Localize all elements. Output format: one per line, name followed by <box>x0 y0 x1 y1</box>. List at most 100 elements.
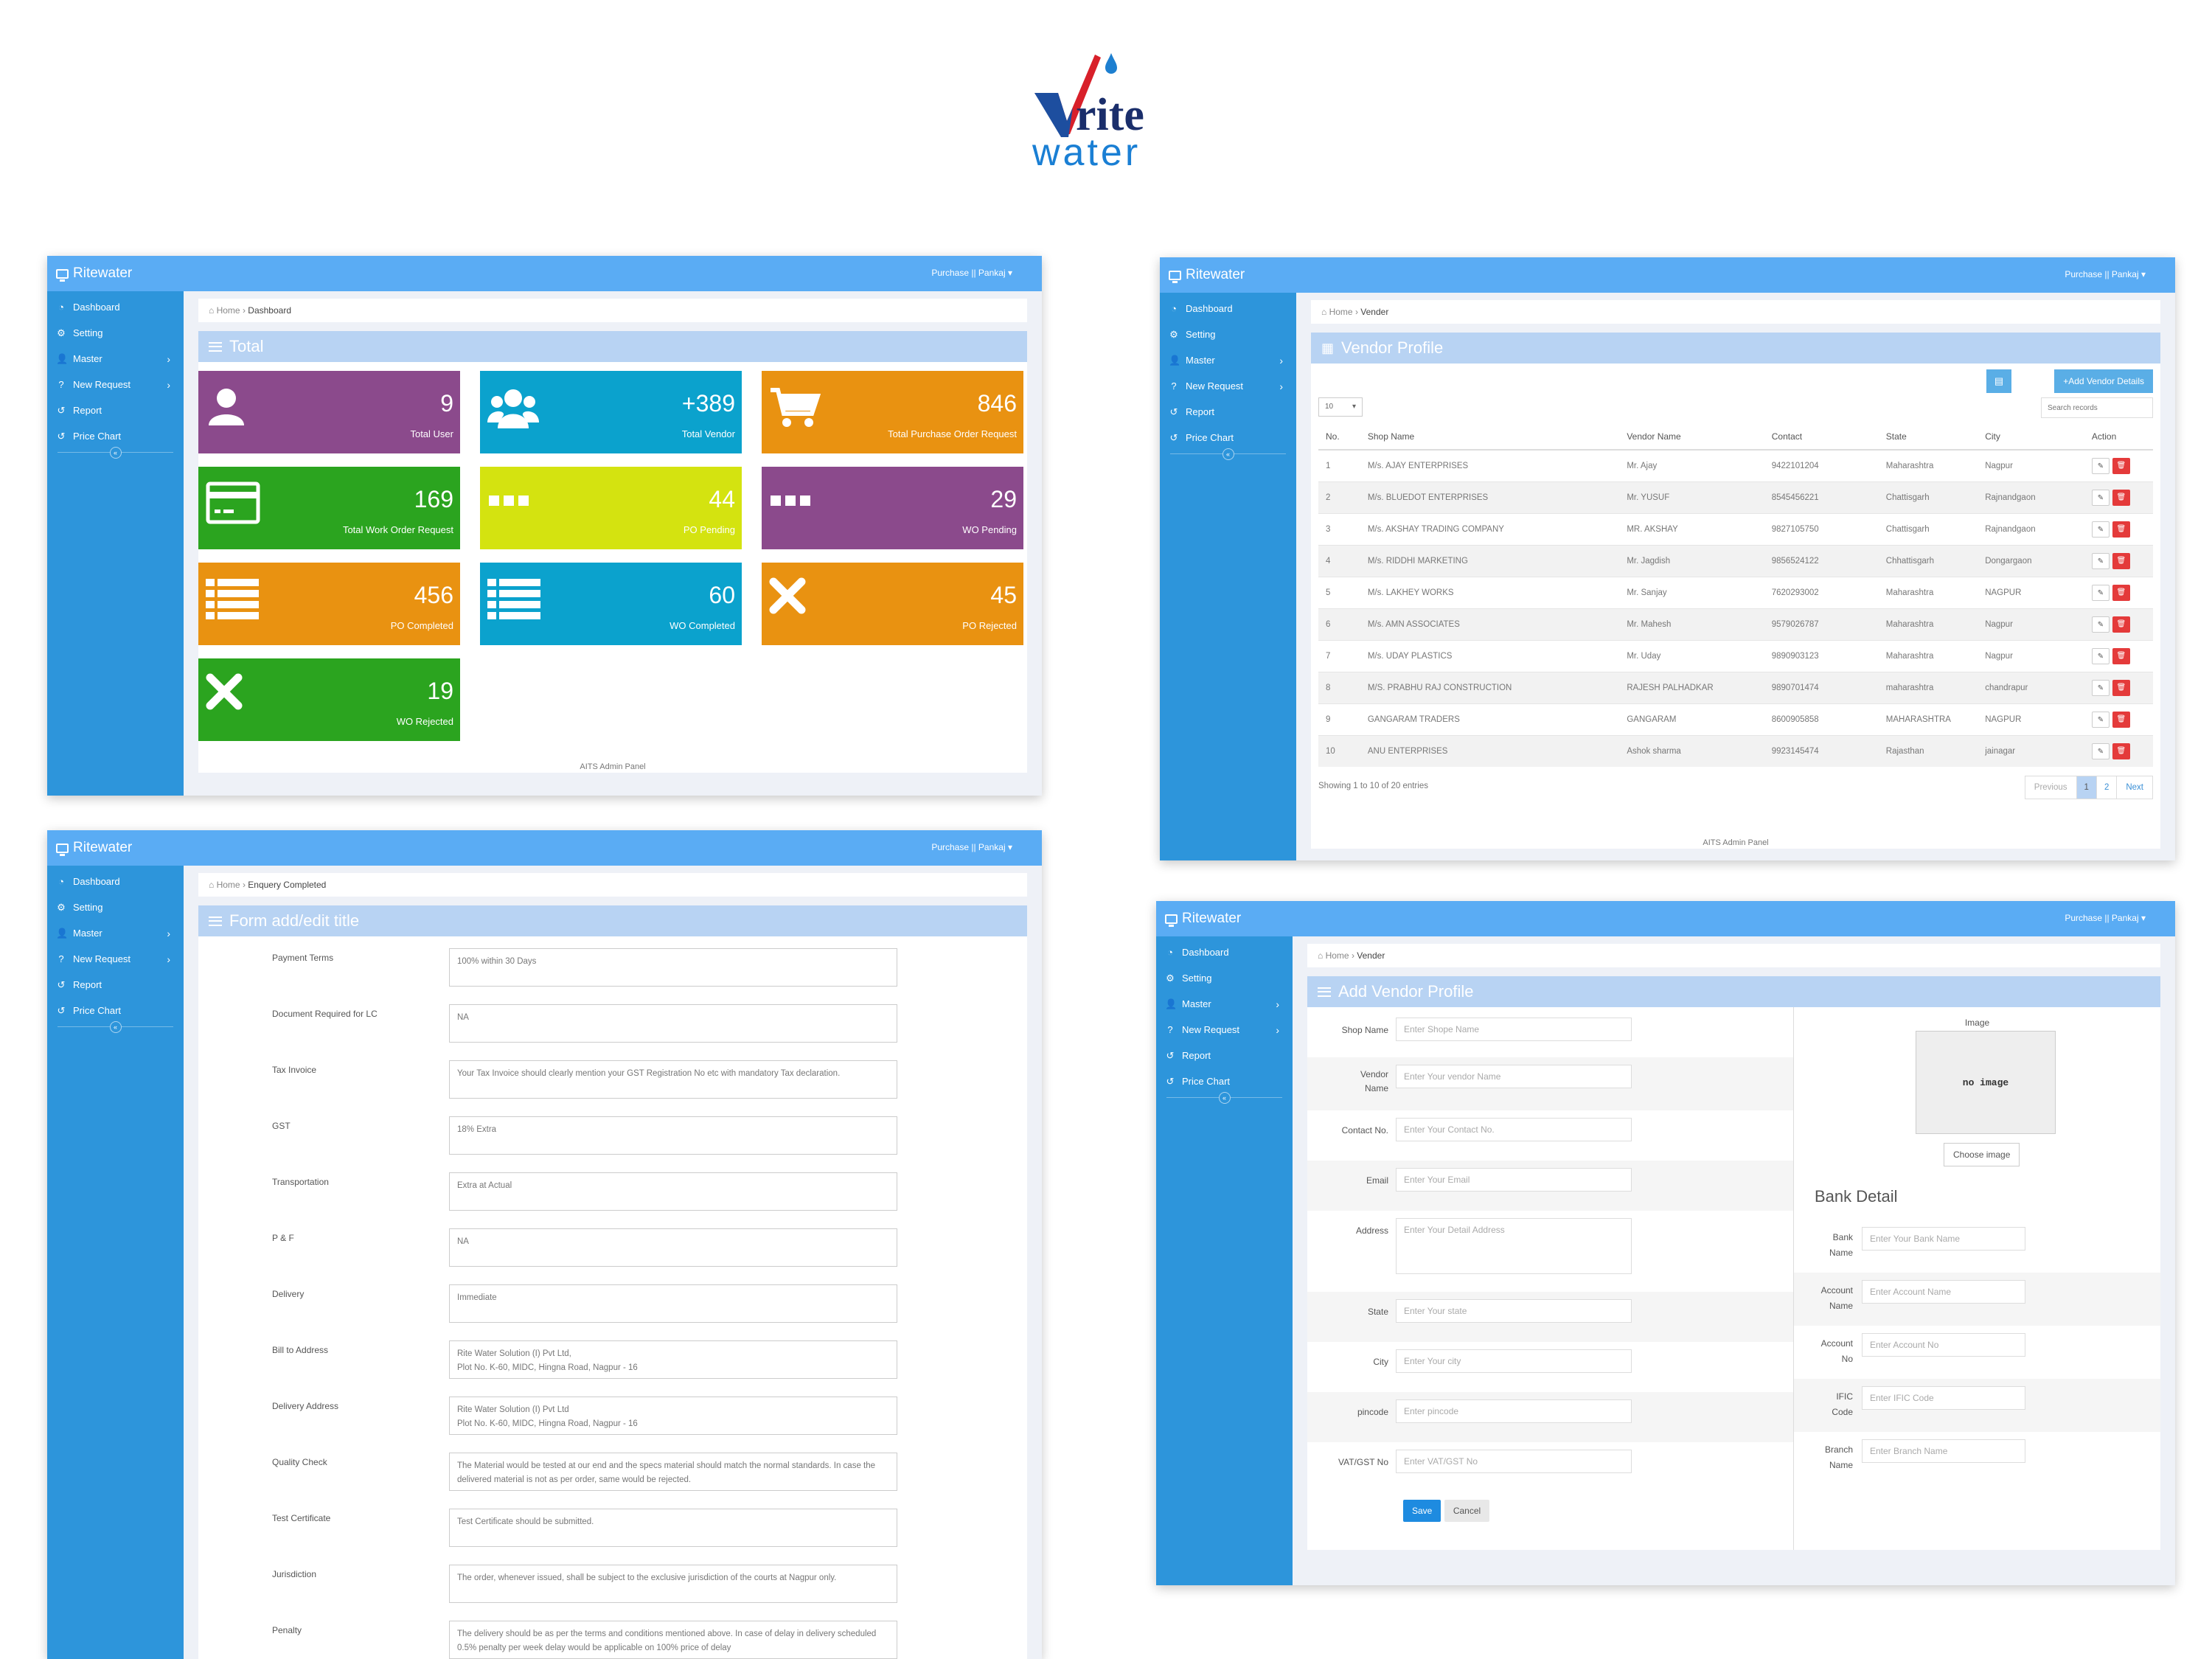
user-menu[interactable]: Purchase || Pankaj ▾ <box>931 268 1012 278</box>
text-input[interactable]: Enter Account Name <box>1862 1280 2025 1304</box>
edit-icon[interactable]: ✎ <box>2091 647 2110 664</box>
delete-icon[interactable]: 🗑 <box>2112 521 2130 538</box>
stat-tile[interactable]: 45 PO Rejected <box>762 563 1023 645</box>
sidebar-item[interactable]: ⚙ Setting <box>1156 965 1293 991</box>
delete-icon[interactable]: 🗑 <box>2112 552 2130 569</box>
edit-icon[interactable]: ✎ <box>2091 521 2110 538</box>
column-header[interactable]: Vendor Name <box>1619 424 1764 451</box>
sidebar-item[interactable]: ◔ Dashboard <box>47 294 184 320</box>
sidebar-item[interactable]: ⚙ Setting <box>47 320 184 346</box>
field-textarea[interactable]: Your Tax Invoice should clearly mention … <box>449 1060 897 1099</box>
sidebar-item[interactable]: ◔ Dashboard <box>47 869 184 894</box>
stat-tile[interactable]: 44 PO Pending <box>480 467 742 549</box>
sidebar-item[interactable]: ↺ Report <box>47 972 184 998</box>
field-textarea[interactable]: 100% within 30 Days <box>449 948 897 987</box>
sidebar-item[interactable]: ↺ Price Chart <box>1160 425 1296 451</box>
text-input[interactable]: Enter Your Bank Name <box>1862 1227 2025 1251</box>
collapse-icon[interactable]: « <box>1222 448 1234 460</box>
field-textarea[interactable]: Test Certificate should be submitted. <box>449 1509 897 1547</box>
field-textarea[interactable]: Extra at Actual <box>449 1172 897 1211</box>
sidebar-item[interactable]: ? New Request › <box>1160 373 1296 399</box>
edit-icon[interactable]: ✎ <box>2091 489 2110 506</box>
previous-button[interactable]: Previous <box>2025 776 2076 799</box>
save-button[interactable]: Save <box>1403 1500 1441 1522</box>
user-menu[interactable]: Purchase || Pankaj ▾ <box>931 842 1012 852</box>
delete-icon[interactable]: 🗑 <box>2112 711 2130 728</box>
sidebar-item[interactable]: 👤 Master › <box>1160 347 1296 373</box>
breadcrumb-home[interactable]: Home <box>1329 307 1353 317</box>
breadcrumb-home[interactable]: Home <box>217 305 240 316</box>
cancel-button[interactable]: Cancel <box>1444 1500 1490 1522</box>
sidebar-item[interactable]: ◔ Dashboard <box>1156 939 1293 965</box>
breadcrumb-home[interactable]: Home <box>1326 950 1349 961</box>
sidebar-item[interactable]: ⚙ Setting <box>47 894 184 920</box>
breadcrumb-home[interactable]: Home <box>217 880 240 890</box>
column-header[interactable]: No. <box>1318 424 1360 451</box>
brand[interactable]: Ritewater <box>56 840 132 856</box>
sidebar-item[interactable]: ↺ Price Chart <box>47 423 184 449</box>
collapse-icon[interactable]: « <box>109 1021 122 1033</box>
collapse-icon[interactable]: « <box>1218 1092 1231 1104</box>
column-header[interactable]: City <box>1978 424 2084 451</box>
sidebar-item[interactable]: ↺ Report <box>1156 1043 1293 1068</box>
text-input[interactable]: Enter Your state <box>1396 1299 1632 1323</box>
delete-icon[interactable]: 🗑 <box>2112 742 2130 759</box>
edit-icon[interactable]: ✎ <box>2091 711 2110 728</box>
stat-tile[interactable]: 456 PO Completed <box>198 563 460 645</box>
stat-tile[interactable]: 9 Total User <box>198 371 460 453</box>
delete-icon[interactable]: 🗑 <box>2112 647 2130 664</box>
sidebar-item[interactable]: 👤 Master › <box>47 346 184 372</box>
brand[interactable]: Ritewater <box>1165 911 1241 927</box>
text-input[interactable]: Enter VAT/GST No <box>1396 1450 1632 1473</box>
field-textarea[interactable]: The Material would be tested at our end … <box>449 1453 897 1491</box>
text-input[interactable]: Enter IFIC Code <box>1862 1386 2025 1410</box>
edit-icon[interactable]: ✎ <box>2091 552 2110 569</box>
text-input[interactable]: Enter Branch Name <box>1862 1439 2025 1463</box>
text-input[interactable]: Enter Your Contact No. <box>1396 1118 1632 1141</box>
sidebar-item[interactable]: ? New Request › <box>1156 1017 1293 1043</box>
delete-icon[interactable]: 🗑 <box>2112 616 2130 633</box>
edit-icon[interactable]: ✎ <box>2091 742 2110 759</box>
collapse-icon[interactable]: « <box>109 447 122 459</box>
brand[interactable]: Ritewater <box>56 265 132 282</box>
sidebar-item[interactable]: ↺ Price Chart <box>1156 1068 1293 1094</box>
stat-tile[interactable]: 60 WO Completed <box>480 563 742 645</box>
field-textarea[interactable]: Rite Water Solution (I) Pvt Ltd Plot No.… <box>449 1397 897 1435</box>
page-1-button[interactable]: 1 <box>2076 776 2096 799</box>
stat-tile[interactable]: +389 Total Vendor <box>480 371 742 453</box>
search-input[interactable] <box>2041 397 2153 418</box>
sidebar-item[interactable]: ↺ Report <box>1160 399 1296 425</box>
add-vendor-button[interactable]: +Add Vendor Details <box>2054 369 2153 393</box>
field-textarea[interactable]: Rite Water Solution (I) Pvt Ltd, Plot No… <box>449 1340 897 1379</box>
stat-tile[interactable]: 169 Total Work Order Request <box>198 467 460 549</box>
delete-icon[interactable]: 🗑 <box>2112 679 2130 696</box>
text-input[interactable]: Enter Your Email <box>1396 1168 1632 1192</box>
stat-tile[interactable]: 19 WO Rejected <box>198 658 460 741</box>
sidebar-item[interactable]: ? New Request › <box>47 946 184 972</box>
text-input[interactable]: Enter Your Detail Address <box>1396 1218 1632 1274</box>
text-input[interactable]: Enter pincode <box>1396 1399 1632 1423</box>
text-input[interactable]: Enter Your vendor Name <box>1396 1065 1632 1088</box>
sidebar-item[interactable]: ? New Request › <box>47 372 184 397</box>
delete-icon[interactable]: 🗑 <box>2112 584 2130 601</box>
sidebar-item[interactable]: ◔ Dashboard <box>1160 296 1296 321</box>
next-button[interactable]: Next <box>2116 776 2152 799</box>
delete-icon[interactable]: 🗑 <box>2112 457 2130 474</box>
field-textarea[interactable]: NA <box>449 1228 897 1267</box>
edit-icon[interactable]: ✎ <box>2091 679 2110 696</box>
text-input[interactable]: Enter Account No <box>1862 1333 2025 1357</box>
page-size-select[interactable]: 10 ▾ <box>1318 397 1363 417</box>
text-input[interactable]: Enter Shope Name <box>1396 1018 1632 1041</box>
column-header[interactable]: Contact <box>1764 424 1879 451</box>
delete-icon[interactable]: 🗑 <box>2112 489 2130 506</box>
field-textarea[interactable]: The delivery should be as per the terms … <box>449 1621 897 1659</box>
field-textarea[interactable]: NA <box>449 1004 897 1043</box>
sidebar-item[interactable]: 👤 Master › <box>1156 991 1293 1017</box>
edit-icon[interactable]: ✎ <box>2091 616 2110 633</box>
stat-tile[interactable]: 846 Total Purchase Order Request <box>762 371 1023 453</box>
choose-image-button[interactable]: Choose image <box>1944 1143 2020 1166</box>
user-menu[interactable]: Purchase || Pankaj ▾ <box>2065 269 2146 279</box>
field-textarea[interactable]: The order, whenever issued, shall be sub… <box>449 1565 897 1603</box>
column-header[interactable]: Action <box>2084 424 2153 451</box>
sidebar-item[interactable]: ↺ Report <box>47 397 184 423</box>
